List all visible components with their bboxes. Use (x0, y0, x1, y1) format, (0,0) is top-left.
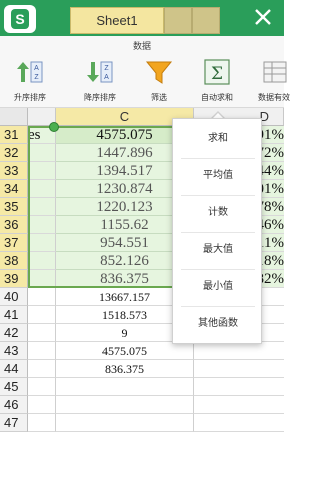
row-number[interactable]: 45 (0, 378, 28, 396)
menu-divider (181, 158, 255, 159)
sort-descending-label: 降序排序 (84, 93, 116, 102)
autosum-menu-item[interactable]: 计数 (173, 198, 263, 228)
table-row: 47 (0, 414, 284, 432)
row-number[interactable]: 47 (0, 414, 28, 432)
cell-d[interactable] (194, 342, 284, 360)
cell-c[interactable]: 836.375 (56, 360, 194, 378)
cell-c[interactable] (56, 414, 194, 432)
cell-b[interactable] (28, 396, 56, 414)
data-validation-button[interactable]: 数据有效 (248, 56, 300, 106)
cell-b[interactable] (28, 342, 56, 360)
svg-text:A: A (34, 65, 39, 72)
row-number[interactable]: 35 (0, 198, 28, 216)
menu-divider (181, 232, 255, 233)
row-number[interactable]: 31 (0, 126, 28, 144)
grid-corner[interactable] (0, 108, 28, 126)
row-number[interactable]: 39 (0, 270, 28, 288)
cell-b[interactable] (28, 378, 56, 396)
tab-blank[interactable] (164, 7, 192, 34)
cell-d[interactable] (194, 360, 284, 378)
cell-b[interactable] (28, 360, 56, 378)
autosum-menu-item[interactable]: 最大值 (173, 235, 263, 265)
autosum-button[interactable]: Σ 自动求和 (191, 56, 243, 106)
sort-ascending-icon: A Z (17, 61, 43, 83)
table-row: 45 (0, 378, 284, 396)
cell-b[interactable] (28, 144, 56, 162)
cell-b[interactable] (28, 162, 56, 180)
table-row: 44 836.375 (0, 360, 284, 378)
selection-handle[interactable] (49, 122, 59, 132)
sort-descending-button[interactable]: Z A 降序排序 (74, 56, 126, 106)
data-ribbon: 数据 A Z 升序排序 Z A 降序排序 筛选 Σ 自动求和 数据有效 (0, 36, 290, 108)
cell-b[interactable] (28, 180, 56, 198)
sort-ascending-button[interactable]: A Z 升序排序 (4, 56, 56, 106)
row-number[interactable]: 40 (0, 288, 28, 306)
row-number[interactable]: 32 (0, 144, 28, 162)
cell-c[interactable] (56, 378, 194, 396)
filter-button[interactable]: 筛选 (133, 56, 185, 106)
title-bar: S Sheet1 (0, 0, 284, 36)
svg-text:Σ: Σ (211, 64, 223, 84)
tab-blank[interactable] (192, 7, 220, 34)
svg-text:Z: Z (34, 74, 39, 81)
tab-sheet1[interactable]: Sheet1 (70, 7, 164, 34)
row-number[interactable]: 43 (0, 342, 28, 360)
close-icon (255, 9, 271, 25)
sigma-icon: Σ (204, 59, 230, 85)
row-number[interactable]: 41 (0, 306, 28, 324)
autosum-menu-item[interactable]: 求和 (173, 124, 263, 154)
cell-b[interactable] (28, 234, 56, 252)
app-logo-letter: S (11, 9, 29, 29)
cell-b[interactable] (28, 306, 56, 324)
autosum-menu-item[interactable]: 最小值 (173, 272, 263, 302)
autosum-menu-item[interactable]: 平均值 (173, 161, 263, 191)
sort-descending-icon: Z A (87, 61, 113, 83)
row-number[interactable]: 38 (0, 252, 28, 270)
data-validation-label: 数据有效 (258, 93, 290, 102)
autosum-menu-item[interactable]: 其他函数 (173, 309, 263, 339)
menu-divider (181, 269, 255, 270)
app-logo-button[interactable]: S (4, 5, 36, 33)
cell-d[interactable] (194, 414, 284, 432)
menu-divider (181, 195, 255, 196)
row-number[interactable]: 44 (0, 360, 28, 378)
cell-c[interactable] (56, 396, 194, 414)
sort-ascending-label: 升序排序 (14, 93, 46, 102)
data-validation-icon (263, 61, 287, 83)
cell-c[interactable]: 4575.075 (56, 342, 194, 360)
row-number[interactable]: 34 (0, 180, 28, 198)
cell-b[interactable] (28, 216, 56, 234)
menu-divider (181, 306, 255, 307)
svg-text:Z: Z (104, 65, 109, 72)
ribbon-title: 数据 (132, 42, 151, 52)
cell-b[interactable] (28, 270, 56, 288)
row-number[interactable]: 46 (0, 396, 28, 414)
cell-d[interactable] (194, 396, 284, 414)
row-number[interactable]: 36 (0, 216, 28, 234)
close-button[interactable] (248, 4, 278, 32)
autosum-label: 自动求和 (201, 93, 233, 102)
cell-b[interactable] (28, 414, 56, 432)
cell-b[interactable] (28, 288, 56, 306)
svg-text:A: A (104, 74, 109, 81)
row-number[interactable]: 33 (0, 162, 28, 180)
filter-label: 筛选 (151, 93, 167, 102)
cell-b[interactable] (28, 252, 56, 270)
table-row: 46 (0, 396, 284, 414)
table-row: 43 4575.075 (0, 342, 284, 360)
autosum-menu: 求和平均值计数最大值最小值其他函数 (172, 118, 262, 344)
cell-d[interactable] (194, 378, 284, 396)
cell-b[interactable] (28, 198, 56, 216)
cell-b[interactable] (28, 324, 56, 342)
row-number[interactable]: 37 (0, 234, 28, 252)
row-number[interactable]: 42 (0, 324, 28, 342)
filter-funnel-icon (145, 61, 173, 84)
